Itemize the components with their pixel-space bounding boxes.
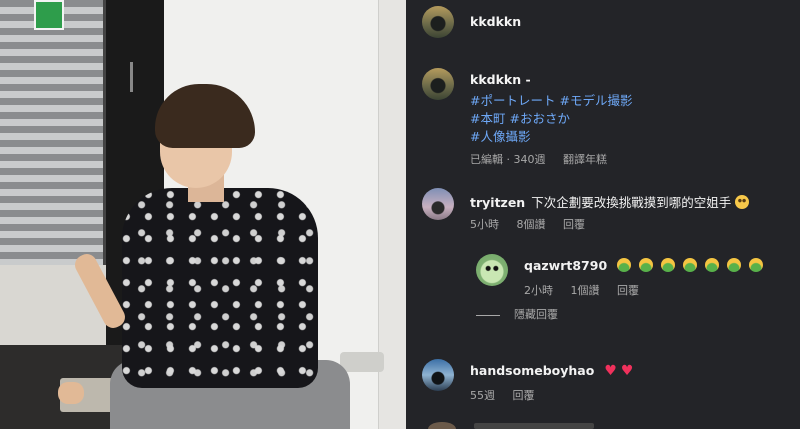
divider (476, 314, 500, 316)
reply-body: qazwrt8790 (524, 258, 767, 273)
comment-time: 55週 (470, 389, 495, 402)
replier-avatar[interactable] (476, 254, 508, 286)
floral-shirt (122, 188, 318, 388)
thinking-face-icon (735, 195, 750, 209)
comment-body: handsomeboyhao ♥ ♥ (470, 363, 633, 379)
hashtag-link[interactable]: #モデル撮影 (559, 93, 632, 108)
see-translation-link[interactable]: 翻譯年糕 (563, 153, 607, 166)
commenter-username[interactable]: tryitzen (470, 195, 525, 210)
caption-line-1: #ポートレート #モデル撮影 (470, 90, 632, 109)
hashtag-link[interactable]: #おおさか (509, 111, 569, 126)
comment-meta: 55週 回覆 (470, 387, 549, 403)
nauseated-face-icon (705, 258, 720, 272)
nauseated-face-icon (617, 258, 632, 272)
caption-avatar[interactable] (422, 68, 454, 100)
next-commenter-avatar[interactable] (428, 422, 456, 429)
reply-likes[interactable]: 1個讚 (571, 284, 600, 297)
hair (155, 84, 255, 148)
comment-time: 5小時 (470, 218, 499, 231)
caption-meta: 已編輯 · 340週 翻譯年糕 (470, 151, 621, 167)
heart-icon: ♥ (620, 363, 634, 379)
author-avatar[interactable] (422, 6, 454, 38)
hashtag-link[interactable]: #ポートレート (470, 93, 555, 108)
comments-panel[interactable]: kkdkkn kkdkkn - #ポートレート #モデル撮影 #本町 #おおさか… (406, 0, 800, 429)
hashtag-link[interactable]: #人像攝影 (470, 129, 530, 144)
replier-username[interactable]: qazwrt8790 (524, 258, 607, 273)
caption-edited-time: 已編輯 · 340週 (470, 153, 546, 166)
caption-line-2: #本町 #おおさか (470, 108, 570, 127)
reply-button[interactable]: 回覆 (617, 284, 639, 297)
reply-meta: 2小時 1個讚 回覆 (524, 282, 653, 298)
caption-line-3: #人像攝影 (470, 126, 530, 145)
person-seated (0, 0, 406, 429)
comment-meta: 5小時 8個讚 回覆 (470, 216, 599, 232)
reply-button[interactable]: 回覆 (513, 389, 535, 402)
heart-icon: ♥ (604, 363, 617, 379)
comment-body: tryitzen 下次企劃要改換挑戰摸到哪的空姐手 (470, 192, 753, 211)
author-username[interactable]: kkdkkn (470, 14, 521, 29)
arm (71, 250, 129, 332)
commenter-avatar[interactable] (422, 188, 454, 220)
comment-likes[interactable]: 8個讚 (517, 218, 546, 231)
reply-time: 2小時 (524, 284, 553, 297)
hand (58, 382, 84, 404)
nauseated-face-icon (749, 258, 764, 272)
hide-replies-button[interactable]: 隱藏回覆 (476, 306, 558, 322)
post-photo[interactable] (0, 0, 406, 429)
nauseated-face-icon (661, 258, 676, 272)
caption-username[interactable]: kkdkkn - (470, 72, 531, 87)
hashtag-link[interactable]: #本町 (470, 111, 505, 126)
comment-text: 下次企劃要改換挑戰摸到哪的空姐手 (531, 195, 732, 210)
reply-button[interactable]: 回覆 (563, 218, 585, 231)
nauseated-face-icon (727, 258, 742, 272)
hide-replies-label: 隱藏回覆 (514, 308, 558, 321)
nauseated-face-icon (683, 258, 698, 272)
commenter-username[interactable]: handsomeboyhao (470, 363, 594, 378)
nauseated-face-icon (639, 258, 654, 272)
commenter-avatar[interactable] (422, 359, 454, 391)
next-comment-preview (474, 423, 594, 429)
